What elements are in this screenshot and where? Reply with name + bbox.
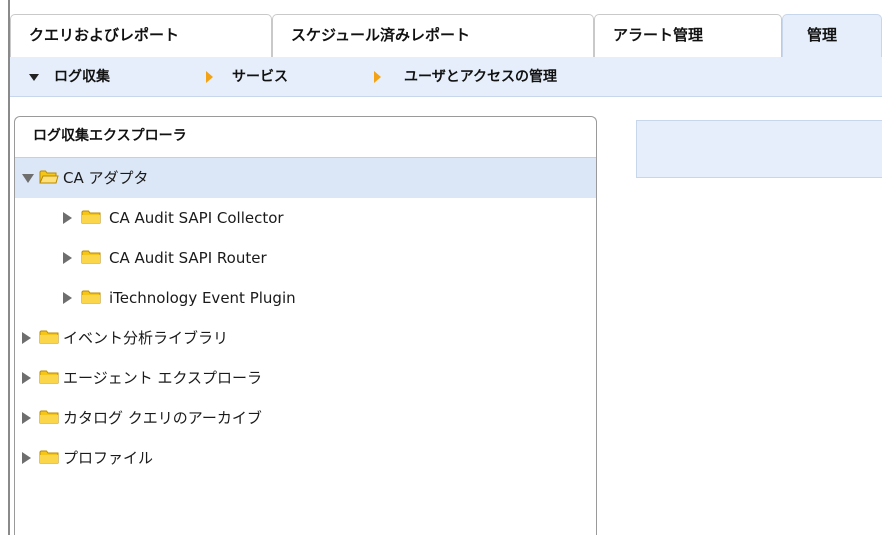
- triangle-right-icon[interactable]: [22, 372, 31, 384]
- triangle-down-icon: [29, 74, 39, 81]
- tree-item-label: プロファイル: [63, 449, 154, 467]
- triangle-right-icon[interactable]: [22, 412, 31, 424]
- tab-label: スケジュール済みレポート: [291, 26, 470, 44]
- tree-item-ca-audit-sapi-router[interactable]: CA Audit SAPI Router: [15, 238, 596, 278]
- subnav-label: ログ収集: [54, 69, 110, 85]
- folder-icon: [39, 370, 59, 384]
- orange-triangle-separator-icon: [374, 71, 381, 83]
- tree-item-label: CA アダプタ: [63, 169, 149, 187]
- tab-queries-and-reports[interactable]: クエリおよびレポート: [10, 14, 272, 57]
- subnav-label: サービス: [232, 69, 288, 85]
- tree-item-label: CA Audit SAPI Router: [109, 249, 267, 267]
- tree-item-label: エージェント エクスプローラ: [63, 369, 263, 387]
- tab-alert-management[interactable]: アラート管理: [594, 14, 782, 57]
- triangle-right-icon[interactable]: [63, 212, 72, 224]
- tree-item-ca-adapters[interactable]: CA アダプタ: [15, 158, 596, 198]
- folder-icon: [81, 290, 101, 304]
- tree-item-label: CA Audit SAPI Collector: [109, 209, 284, 227]
- folder-icon: [81, 250, 101, 264]
- subnav-log-collection[interactable]: ログ収集: [54, 57, 110, 97]
- tree-item-label: カタログ クエリのアーカイブ: [63, 409, 262, 427]
- panel-title: ログ収集エクスプローラ: [15, 117, 596, 158]
- triangle-right-icon[interactable]: [63, 292, 72, 304]
- triangle-down-icon[interactable]: [22, 174, 34, 183]
- folder-icon: [81, 210, 101, 224]
- folder-icon: [39, 450, 59, 464]
- orange-triangle-separator-icon: [206, 71, 213, 83]
- tree-item-label: iTechnology Event Plugin: [109, 289, 296, 307]
- triangle-right-icon[interactable]: [22, 332, 31, 344]
- folder-icon: [39, 410, 59, 424]
- tree-item-itechnology-event-plugin[interactable]: iTechnology Event Plugin: [15, 278, 596, 318]
- subnav-label: ユーザとアクセスの管理: [404, 69, 558, 85]
- folder-open-icon: [39, 170, 59, 184]
- log-collection-explorer-panel: ログ収集エクスプローラ CA アダプタ CA Audit SAPI Collec…: [14, 116, 597, 535]
- tab-label: アラート管理: [613, 26, 704, 44]
- tree-item-catalog-query-archive[interactable]: カタログ クエリのアーカイブ: [15, 398, 596, 438]
- tab-administration[interactable]: 管理: [782, 14, 882, 57]
- triangle-right-icon[interactable]: [22, 452, 31, 464]
- folder-icon: [39, 330, 59, 344]
- tab-label: 管理: [807, 26, 838, 44]
- tree-item-agent-explorer[interactable]: エージェント エクスプローラ: [15, 358, 596, 398]
- tree-item-ca-audit-sapi-collector[interactable]: CA Audit SAPI Collector: [15, 198, 596, 238]
- main-tab-bar: クエリおよびレポート スケジュール済みレポート アラート管理 管理: [10, 14, 882, 57]
- subnav-services[interactable]: サービス: [232, 57, 288, 97]
- tree-item-profiles[interactable]: プロファイル: [15, 438, 596, 478]
- subnav-user-and-access-management[interactable]: ユーザとアクセスの管理: [404, 57, 557, 97]
- tab-label: クエリおよびレポート: [29, 26, 180, 44]
- tree-item-label: イベント分析ライブラリ: [63, 329, 229, 347]
- details-panel-header: [636, 120, 882, 178]
- tab-scheduled-reports[interactable]: スケジュール済みレポート: [272, 14, 594, 57]
- triangle-right-icon[interactable]: [63, 252, 72, 264]
- tree-item-event-analysis-library[interactable]: イベント分析ライブラリ: [15, 318, 596, 358]
- sub-navigation-bar: ログ収集 サービス ユーザとアクセスの管理: [10, 57, 882, 97]
